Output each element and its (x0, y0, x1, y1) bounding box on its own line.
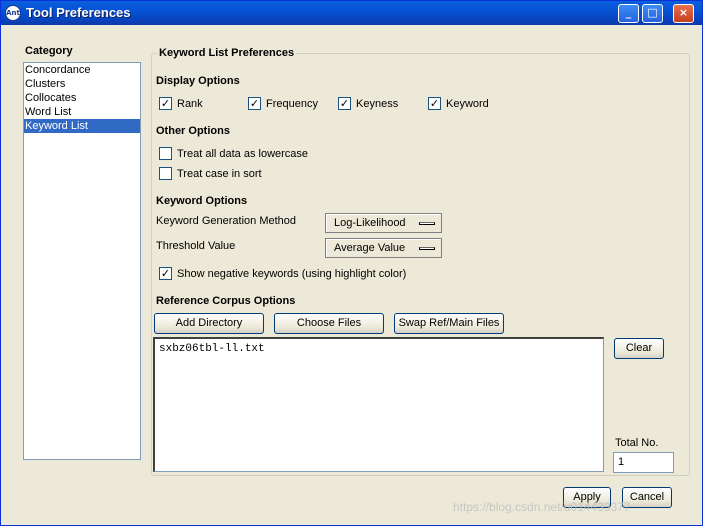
lowercase-label: Treat all data as lowercase (177, 147, 309, 160)
checkbox-empty (159, 167, 172, 180)
add-directory-button[interactable]: Add Directory (154, 313, 264, 334)
reference-corpus-heading: Reference Corpus Options (156, 295, 296, 307)
choose-files-button[interactable]: Choose Files (274, 313, 384, 334)
other-options-heading: Other Options (156, 125, 230, 137)
group-title: Keyword List Preferences (157, 47, 297, 59)
checkbox-mark: ✓ (159, 267, 172, 280)
category-item-clusters[interactable]: Clusters (24, 77, 140, 91)
generation-method-label: Keyword Generation Method (156, 215, 297, 227)
total-files-field[interactable]: 1 (613, 452, 674, 473)
window-title: Tool Preferences (26, 5, 131, 20)
clear-button[interactable]: Clear (614, 338, 664, 359)
category-item-concordance[interactable]: Concordance (24, 63, 140, 77)
generation-method-value: Log-Likelihood (334, 217, 406, 229)
antconc-app-icon: Ant (5, 5, 21, 21)
total-files-label: Total No. (615, 437, 659, 449)
checkbox-empty (159, 147, 172, 160)
negative-keywords-checkbox[interactable]: ✓ Show negative keywords (using highlight… (159, 267, 406, 280)
reference-files-list[interactable]: sxbz06tbl-ll.txt (153, 337, 604, 472)
category-label: Category (25, 45, 73, 57)
frequency-checkbox[interactable]: ✓ Frequency (248, 97, 318, 110)
lowercase-checkbox[interactable]: Treat all data as lowercase (159, 147, 308, 160)
threshold-label: Threshold Value (156, 240, 236, 252)
close-button[interactable]: × (673, 4, 694, 23)
maximize-button[interactable]: □ (642, 4, 663, 23)
case-sort-label: Treat case in sort (177, 167, 262, 180)
keyword-label: Keyword (446, 97, 489, 110)
checkbox-mark: ✓ (248, 97, 261, 110)
threshold-value: Average Value (334, 242, 406, 254)
category-item-keyword-list[interactable]: Keyword List (24, 119, 140, 133)
swap-files-button[interactable]: Swap Ref/Main Files (394, 313, 504, 334)
tool-preferences-window: Ant Tool Preferences _ □ × Category Conc… (0, 0, 703, 526)
checkbox-mark: ✓ (338, 97, 351, 110)
keyword-checkbox[interactable]: ✓ Keyword (428, 97, 489, 110)
frequency-label: Frequency (266, 97, 318, 110)
negative-keywords-label: Show negative keywords (using highlight … (177, 267, 407, 280)
rank-checkbox[interactable]: ✓ Rank (159, 97, 203, 110)
checkbox-mark: ✓ (428, 97, 441, 110)
dropdown-indicator-icon (419, 221, 435, 225)
category-list[interactable]: Concordance Clusters Collocates Word Lis… (23, 62, 141, 460)
category-item-collocates[interactable]: Collocates (24, 91, 140, 105)
rank-label: Rank (177, 97, 203, 110)
reference-file-item[interactable]: sxbz06tbl-ll.txt (159, 343, 265, 355)
keyword-options-heading: Keyword Options (156, 195, 248, 207)
category-item-word-list[interactable]: Word List (24, 105, 140, 119)
minimize-button[interactable]: _ (618, 4, 639, 23)
threshold-select[interactable]: Average Value (325, 238, 442, 258)
checkbox-mark: ✓ (159, 97, 172, 110)
case-sort-checkbox[interactable]: Treat case in sort (159, 167, 262, 180)
keyness-checkbox[interactable]: ✓ Keyness (338, 97, 398, 110)
keyness-label: Keyness (356, 97, 399, 110)
generation-method-select[interactable]: Log-Likelihood (325, 213, 442, 233)
dropdown-indicator-icon (419, 246, 435, 250)
watermark-text: https://blog.csdn.net/u014433377 (453, 500, 631, 514)
display-options-heading: Display Options (156, 75, 240, 87)
title-bar[interactable]: Ant Tool Preferences _ □ × (1, 1, 702, 25)
